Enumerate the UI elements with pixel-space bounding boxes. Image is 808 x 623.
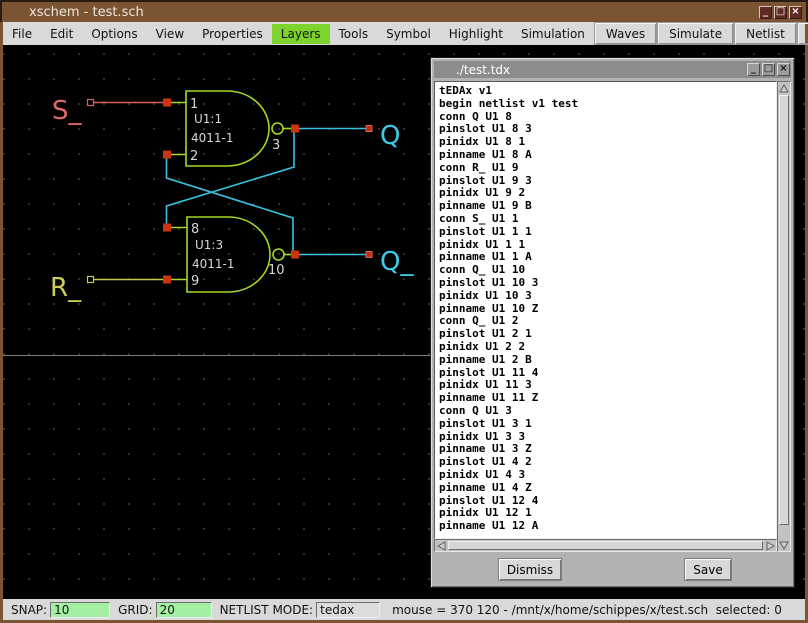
netlist-line: pinname U1 11 Z — [439, 391, 539, 405]
dialog-button-row: Dismiss Save — [434, 552, 791, 582]
simulate-button[interactable]: Simulate — [657, 22, 735, 45]
netlist-line: tEDAx v1 — [439, 84, 492, 97]
menu-item[interactable]: Highlight — [440, 24, 512, 44]
feedback-wire-pin2-to-qbar[interactable] — [165, 157, 294, 253]
inversion-bubble — [271, 122, 284, 135]
netlist-line: conn S_ U1 1 — [439, 211, 519, 225]
dialog-body: tEDAx v1 begin netlist v1 test conn Q U1 8… — [434, 81, 791, 582]
horizontal-scrollbar-thumb[interactable] — [448, 541, 763, 550]
scroll-left-icon[interactable] — [435, 540, 447, 552]
save-button[interactable]: Save — [684, 558, 732, 581]
dialog-controls: _ □ × — [747, 63, 791, 76]
close-icon[interactable]: × — [789, 5, 802, 19]
gate2-pin-a-number: 8 — [191, 222, 199, 237]
nand-gate-u1-3[interactable]: 8 9 10 U1:3 4011-1 — [169, 216, 293, 293]
menu-item[interactable]: Edit — [41, 24, 82, 44]
menubar: File Edit Options View Properties Layers Tools… — [3, 22, 808, 45]
net-label-reset[interactable]: R_ — [50, 273, 82, 303]
reset-pin-open-square[interactable] — [86, 275, 95, 284]
q-wire-end-square — [365, 125, 373, 132]
gate2-pin-out-number: 10 — [268, 263, 285, 278]
snap-input[interactable]: 10 — [50, 601, 111, 618]
vertical-scrollbar-thumb[interactable] — [779, 95, 789, 525]
netlist-line: pinname U1 4 Z — [439, 480, 532, 494]
netlist-line: pinslot U1 3 1 — [439, 416, 532, 430]
nand-gate-u1-1[interactable]: 1 2 3 U1:1 4011-1 — [169, 90, 292, 167]
menu-item[interactable]: Simulation — [512, 24, 594, 44]
netlist-line: pinname U1 2 B — [439, 352, 532, 366]
netlist-line: pinname U1 12 A — [439, 519, 539, 533]
snap-label: SNAP: — [11, 602, 48, 617]
netlist-line: pinidx U1 4 3 — [439, 467, 526, 481]
netlist-line: pinidx U1 2 2 — [439, 339, 526, 353]
menu-item[interactable]: Layers — [271, 23, 330, 44]
dialog-titlebar[interactable]: ./test.tdx _ □ × — [434, 61, 791, 78]
gate1-pin-out-number: 3 — [272, 138, 280, 153]
gate2-instance-label: U1:3 — [195, 238, 223, 252]
scroll-up-icon[interactable] — [778, 82, 790, 94]
dialog-minimize-icon[interactable]: _ — [747, 63, 760, 76]
scroll-down-icon[interactable] — [778, 539, 790, 551]
netlist-button[interactable]: Netlist — [734, 22, 797, 45]
minimize-icon[interactable]: _ — [759, 5, 772, 19]
dialog-close-icon[interactable]: × — [777, 63, 790, 76]
netlist-line: pinslot U1 1 1 — [439, 224, 532, 238]
vertical-scrollbar[interactable] — [777, 81, 791, 552]
netlist-line: pinname U1 8 A — [439, 147, 532, 161]
netlist-line: begin netlist v1 test — [439, 96, 579, 110]
dialog-title: ./test.tdx — [456, 62, 511, 77]
netlist-mode-input[interactable]: tedax — [316, 601, 381, 618]
window-controls: _ □ × — [759, 5, 806, 19]
gate1-part-label: 4011-1 — [191, 131, 234, 145]
netlist-line: pinidx U1 10 3 — [439, 288, 532, 302]
net-label-set[interactable]: S_ — [52, 96, 83, 126]
horizontal-scrollbar[interactable] — [434, 539, 777, 552]
qbar-wire-end-square — [365, 251, 373, 258]
netlist-text-area[interactable]: tEDAx v1 begin netlist v1 test conn Q U1 8… — [434, 81, 777, 539]
menu-item[interactable]: Properties — [193, 24, 272, 44]
help-button[interactable]: Help — [796, 22, 808, 45]
grid-input[interactable]: 20 — [155, 601, 212, 618]
dialog-maximize-icon[interactable]: □ — [762, 63, 775, 76]
junction-squares — [163, 98, 299, 284]
netlist-mode-label: NETLIST MODE: — [219, 602, 314, 617]
gate1-instance-label: U1:1 — [194, 112, 222, 126]
menu-items: File Edit Options View Properties Layers Tools… — [3, 23, 594, 44]
inversion-bubble — [272, 248, 285, 261]
net-label-qbar[interactable]: Q_ — [380, 247, 414, 277]
menu-item[interactable]: Options — [82, 24, 146, 44]
gate1-pin-a-number: 1 — [190, 97, 198, 112]
maximize-icon[interactable]: □ — [774, 5, 787, 19]
titlebar: xschem - test.sch _ □ × — [0, 0, 808, 22]
window-title: xschem - test.sch — [29, 4, 144, 20]
netlist-line: pinslot U1 10 3 — [439, 275, 539, 289]
gate2-part-label: 4011-1 — [192, 257, 235, 271]
sheet-boundary-line — [3, 355, 430, 356]
menu-item[interactable]: File — [3, 24, 41, 44]
scroll-right-icon[interactable] — [764, 540, 776, 552]
grid-label: GRID: — [118, 602, 153, 617]
dismiss-button[interactable]: Dismiss — [498, 558, 562, 581]
netlist-dialog: ./test.tdx _ □ × tEDAx v1 begin netlist v… — [430, 57, 795, 588]
netlist-line: conn R_ U1 9 — [439, 160, 519, 174]
status-text: mouse = 370 120 - /mnt/x/home/schippes/x… — [392, 602, 782, 617]
netlist-line: conn Q U1 3 — [439, 403, 512, 417]
schematic-canvas[interactable]: 1 2 3 U1:1 4011-1 8 9 10 U1:3 4011-1 S_ … — [3, 45, 805, 599]
statusbar: SNAP: 10 GRID: 20 NETLIST MODE: tedax mo… — [3, 599, 805, 620]
menu-item[interactable]: Symbol — [377, 24, 440, 44]
gate2-pin-b-number: 9 — [191, 274, 199, 289]
menu-action-buttons: Waves Simulate Netlist Help — [593, 22, 808, 45]
menu-item[interactable]: View — [147, 24, 193, 44]
waves-button[interactable]: Waves — [593, 22, 658, 45]
netlist-line: pinslot U1 4 2 — [439, 455, 532, 469]
net-label-q[interactable]: Q — [380, 121, 400, 151]
menu-item[interactable]: Tools — [330, 24, 378, 44]
set-pin-open-square[interactable] — [86, 98, 95, 107]
gate1-pin-b-number: 2 — [190, 149, 198, 164]
